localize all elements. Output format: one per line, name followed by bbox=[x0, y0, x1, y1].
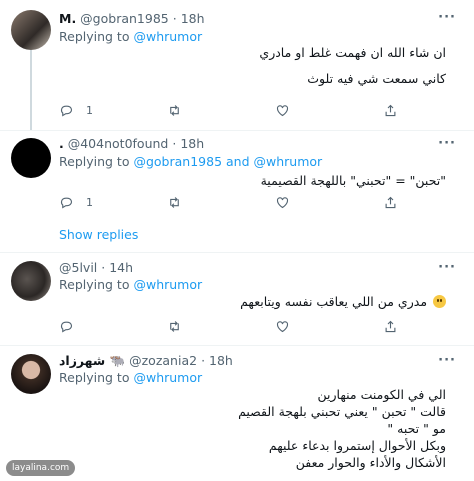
display-name[interactable]: M. bbox=[59, 11, 76, 26]
reply-icon bbox=[60, 321, 73, 333]
tweet-text: "تحبن" = "تحبني" باللهجة القصيمية bbox=[56, 172, 446, 190]
more-icon[interactable]: ··· bbox=[438, 10, 456, 25]
handle[interactable]: @5lvil bbox=[59, 260, 97, 275]
timestamp[interactable]: 14h bbox=[109, 260, 133, 275]
watermark-logo: layalina.com bbox=[6, 460, 76, 476]
tweet-line: ان شاء الله ان فهمت غلط او مادري bbox=[259, 45, 446, 60]
more-icon[interactable]: ··· bbox=[438, 260, 456, 275]
replying-to: Replying to @gobran1985 and @whrumor bbox=[59, 154, 322, 169]
tweet-line: "تحبن" = "تحبني" باللهجة القصيمية bbox=[260, 173, 446, 188]
tweet-header: شهرزاد 🐃 @zozania2 · 18h bbox=[59, 353, 233, 369]
reply-icon bbox=[60, 105, 73, 117]
replying-prefix: Replying to bbox=[59, 29, 130, 44]
mention-link[interactable]: @whrumor bbox=[133, 29, 202, 44]
tweet-gobran[interactable]: M. @gobran1985 · 18h ··· Replying to @wh… bbox=[0, 0, 474, 131]
tweet-actions bbox=[59, 319, 419, 337]
more-icon[interactable]: ··· bbox=[438, 136, 456, 151]
share-icon bbox=[385, 104, 396, 117]
more-icon[interactable]: ··· bbox=[438, 353, 456, 368]
dot-separator: · bbox=[172, 136, 177, 151]
retweet-icon bbox=[170, 321, 179, 332]
mention-link[interactable]: @whrumor bbox=[133, 277, 202, 292]
display-name[interactable]: . bbox=[59, 136, 64, 151]
reply-button[interactable]: 1 bbox=[59, 195, 93, 210]
replying-to: Replying to @whrumor bbox=[59, 370, 202, 385]
avatar[interactable] bbox=[11, 10, 51, 50]
tweet-5lvil[interactable]: @5lvil · 14h ··· Replying to @whrumor مد… bbox=[0, 253, 474, 346]
replying-to: Replying to @whrumor bbox=[59, 29, 202, 44]
reply-count: 1 bbox=[86, 104, 93, 117]
tweet-line: الأشكال والأداء والحوار معفن bbox=[295, 455, 446, 470]
tweet-header: . @404not0found · 18h bbox=[59, 136, 204, 151]
replying-to: Replying to @whrumor bbox=[59, 277, 202, 292]
tweet-line: قالت " تحبن " يعني تحبني بلهجة القصيم bbox=[238, 404, 446, 419]
tweet-line-text: مدري من اللي يعاقب نفسه ويتابعهم bbox=[240, 294, 428, 309]
replying-prefix: Replying to bbox=[59, 277, 130, 292]
tweet-line: مدري من اللي يعاقب نفسه ويتابعهم bbox=[56, 293, 446, 311]
tweet-header: M. @gobran1985 · 18h bbox=[59, 11, 205, 26]
tweet-line: الي في الكومنت منهارين bbox=[317, 387, 446, 402]
avatar[interactable] bbox=[11, 261, 51, 301]
replying-prefix: Replying to bbox=[59, 370, 130, 385]
display-name[interactable]: شهرزاد 🐃 bbox=[59, 353, 125, 368]
reply-count: 1 bbox=[86, 196, 93, 209]
tweet-actions: 1 bbox=[59, 195, 419, 213]
tweet-text: مدري من اللي يعاقب نفسه ويتابعهم bbox=[56, 293, 446, 311]
tweet-text: ان شاء الله ان فهمت غلط او مادري كاني سم… bbox=[56, 44, 446, 88]
avatar[interactable] bbox=[11, 138, 51, 178]
like-button[interactable] bbox=[275, 103, 290, 118]
like-icon bbox=[276, 197, 289, 209]
tweet-header: @5lvil · 14h bbox=[59, 260, 133, 275]
tweet-line: وبكل الأحوال إستمروا بدعاء عليهم bbox=[268, 438, 446, 453]
replying-prefix: Replying to bbox=[59, 154, 130, 169]
share-button[interactable] bbox=[383, 195, 398, 210]
retweet-icon bbox=[170, 197, 179, 208]
like-button[interactable] bbox=[275, 319, 290, 334]
retweet-button[interactable] bbox=[167, 319, 182, 334]
tweet-line: كاني سمعت شي فيه تلوث bbox=[307, 71, 446, 86]
retweet-button[interactable] bbox=[167, 195, 182, 210]
like-icon bbox=[276, 105, 289, 117]
retweet-icon bbox=[170, 105, 179, 116]
mention-link[interactable]: @whrumor bbox=[133, 370, 202, 385]
reply-button[interactable]: 1 bbox=[59, 103, 93, 118]
share-button[interactable] bbox=[383, 319, 398, 334]
tweet-actions: 1 bbox=[59, 103, 419, 121]
emoji-icon bbox=[433, 295, 446, 308]
tweet-line: مو " تحبه " bbox=[387, 421, 446, 436]
show-replies-link[interactable]: Show replies bbox=[59, 227, 138, 242]
retweet-button[interactable] bbox=[167, 103, 182, 118]
share-icon bbox=[385, 196, 396, 209]
dot-separator: · bbox=[172, 11, 177, 26]
handle[interactable]: @404not0found bbox=[68, 136, 169, 151]
dot-separator: · bbox=[101, 260, 106, 275]
timestamp[interactable]: 18h bbox=[209, 353, 233, 368]
avatar[interactable] bbox=[11, 354, 51, 394]
mention-link[interactable]: @gobran1985 and @whrumor bbox=[133, 154, 322, 169]
timestamp[interactable]: 18h bbox=[180, 136, 204, 151]
timestamp[interactable]: 18h bbox=[181, 11, 205, 26]
dot-separator: · bbox=[201, 353, 206, 368]
like-button[interactable] bbox=[275, 195, 290, 210]
tweet-text: الي في الكومنت منهارين قالت " تحبن " يعن… bbox=[56, 386, 446, 471]
handle[interactable]: @gobran1985 bbox=[80, 11, 169, 26]
handle[interactable]: @zozania2 bbox=[129, 353, 197, 368]
share-button[interactable] bbox=[383, 103, 398, 118]
share-icon bbox=[385, 320, 396, 333]
reply-button[interactable] bbox=[59, 319, 74, 334]
like-icon bbox=[276, 321, 289, 333]
reply-icon bbox=[60, 197, 73, 209]
